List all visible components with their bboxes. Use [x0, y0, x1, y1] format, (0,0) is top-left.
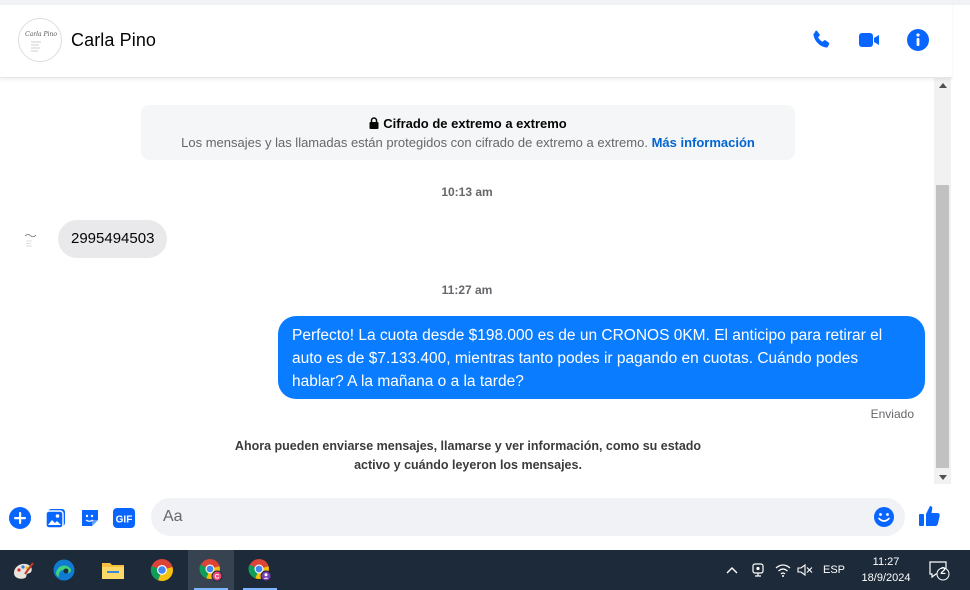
attach-photo-button[interactable] [44, 506, 68, 530]
folder-icon [102, 563, 124, 579]
wifi-icon [775, 564, 791, 577]
gif-icon: GIF [113, 508, 135, 528]
conversation-info-button[interactable] [905, 27, 931, 53]
message-timestamp: 10:13 am [441, 185, 493, 199]
contact-name[interactable]: Carla Pino [71, 30, 156, 51]
sender-avatar[interactable] [19, 228, 45, 254]
chrome-browser-icon [150, 559, 173, 582]
notification-center-button[interactable]: 2 [928, 559, 950, 581]
tray-overflow-button[interactable] [724, 562, 740, 578]
gif-button[interactable]: GIF [112, 506, 136, 530]
plus-circle-icon [9, 507, 31, 529]
contact-avatar[interactable]: Carla Pino [18, 18, 62, 62]
message-timestamp: 11:27 am [441, 283, 493, 297]
outgoing-message[interactable]: Perfecto! La cuota desde $198.000 es de … [278, 316, 925, 399]
clock-date: 18/9/2024 [861, 572, 911, 584]
smiley-icon [874, 507, 894, 527]
encryption-text: Los mensajes y las llamadas están proteg… [181, 135, 648, 150]
phone-icon [813, 30, 830, 48]
emoji-button[interactable] [873, 506, 895, 528]
photo-icon [45, 509, 65, 529]
scroll-down-arrow[interactable] [934, 470, 951, 484]
video-camera-icon [859, 33, 879, 47]
voice-call-button[interactable] [808, 27, 834, 53]
taskbar-edge-app[interactable] [41, 550, 87, 590]
taskbar-file-explorer[interactable] [90, 550, 136, 590]
notification-count: 2 [940, 566, 946, 577]
chevron-up-icon [726, 567, 738, 574]
tray-meet-now[interactable] [750, 562, 766, 578]
taskbar-clock[interactable]: 11:27 18/9/2024 [848, 554, 924, 586]
clock-time: 11:27 [872, 556, 900, 568]
video-call-button[interactable] [856, 27, 882, 53]
lock-icon [369, 117, 379, 129]
incoming-message[interactable]: 2995494503 [58, 220, 168, 258]
message-input-container[interactable] [151, 498, 905, 536]
info-icon [907, 29, 929, 51]
scroll-up-arrow[interactable] [934, 78, 951, 92]
taskbar-chrome-profile-secondary[interactable] [237, 550, 283, 590]
scroll-thumb[interactable] [936, 185, 949, 468]
chrome-profile-icon [248, 559, 272, 582]
more-info-link[interactable]: Más información [652, 135, 755, 150]
paint-palette-icon [14, 562, 34, 579]
svg-text:C: C [215, 574, 220, 581]
thumbs-up-icon [919, 506, 940, 526]
webcam-icon [752, 563, 764, 577]
connection-info-text: Ahora pueden enviarse mensajes, llamarse… [234, 439, 702, 472]
chat-header: Carla Pino Carla Pino [0, 0, 970, 78]
encryption-title: Cifrado de extremo a extremo [383, 116, 567, 131]
taskbar-chrome-profile-c[interactable]: C [188, 550, 234, 590]
edge-browser-icon [53, 559, 75, 581]
tray-network[interactable] [774, 562, 792, 578]
tray-volume[interactable] [796, 562, 814, 578]
like-button[interactable] [917, 503, 943, 529]
sticker-button[interactable] [78, 506, 102, 530]
message-input[interactable] [163, 498, 863, 536]
speaker-muted-icon [797, 563, 813, 577]
chrome-profile-icon: C [199, 559, 223, 582]
messenger-window: Carla Pino Carla Pino Cifrado de extremo… [0, 0, 970, 590]
sticker-icon [82, 510, 98, 526]
taskbar-paint-app[interactable] [0, 550, 46, 590]
message-thread[interactable]: Cifrado de extremo a extremo Los mensaje… [0, 78, 934, 484]
avatar-signature: Carla Pino [25, 31, 57, 38]
windows-taskbar: C ESP 11:27 18/9/2024 2 [0, 550, 970, 590]
message-composer: GIF [0, 484, 952, 550]
sent-status: Enviado [870, 407, 914, 421]
taskbar-chrome-app[interactable] [139, 550, 185, 590]
svg-text:GIF: GIF [116, 515, 133, 526]
more-actions-button[interactable] [8, 506, 32, 530]
thread-scrollbar[interactable] [934, 78, 951, 484]
header-top-strip [0, 0, 970, 5]
tray-language[interactable]: ESP [822, 562, 846, 578]
encryption-notice: Cifrado de extremo a extremo Los mensaje… [141, 105, 795, 160]
